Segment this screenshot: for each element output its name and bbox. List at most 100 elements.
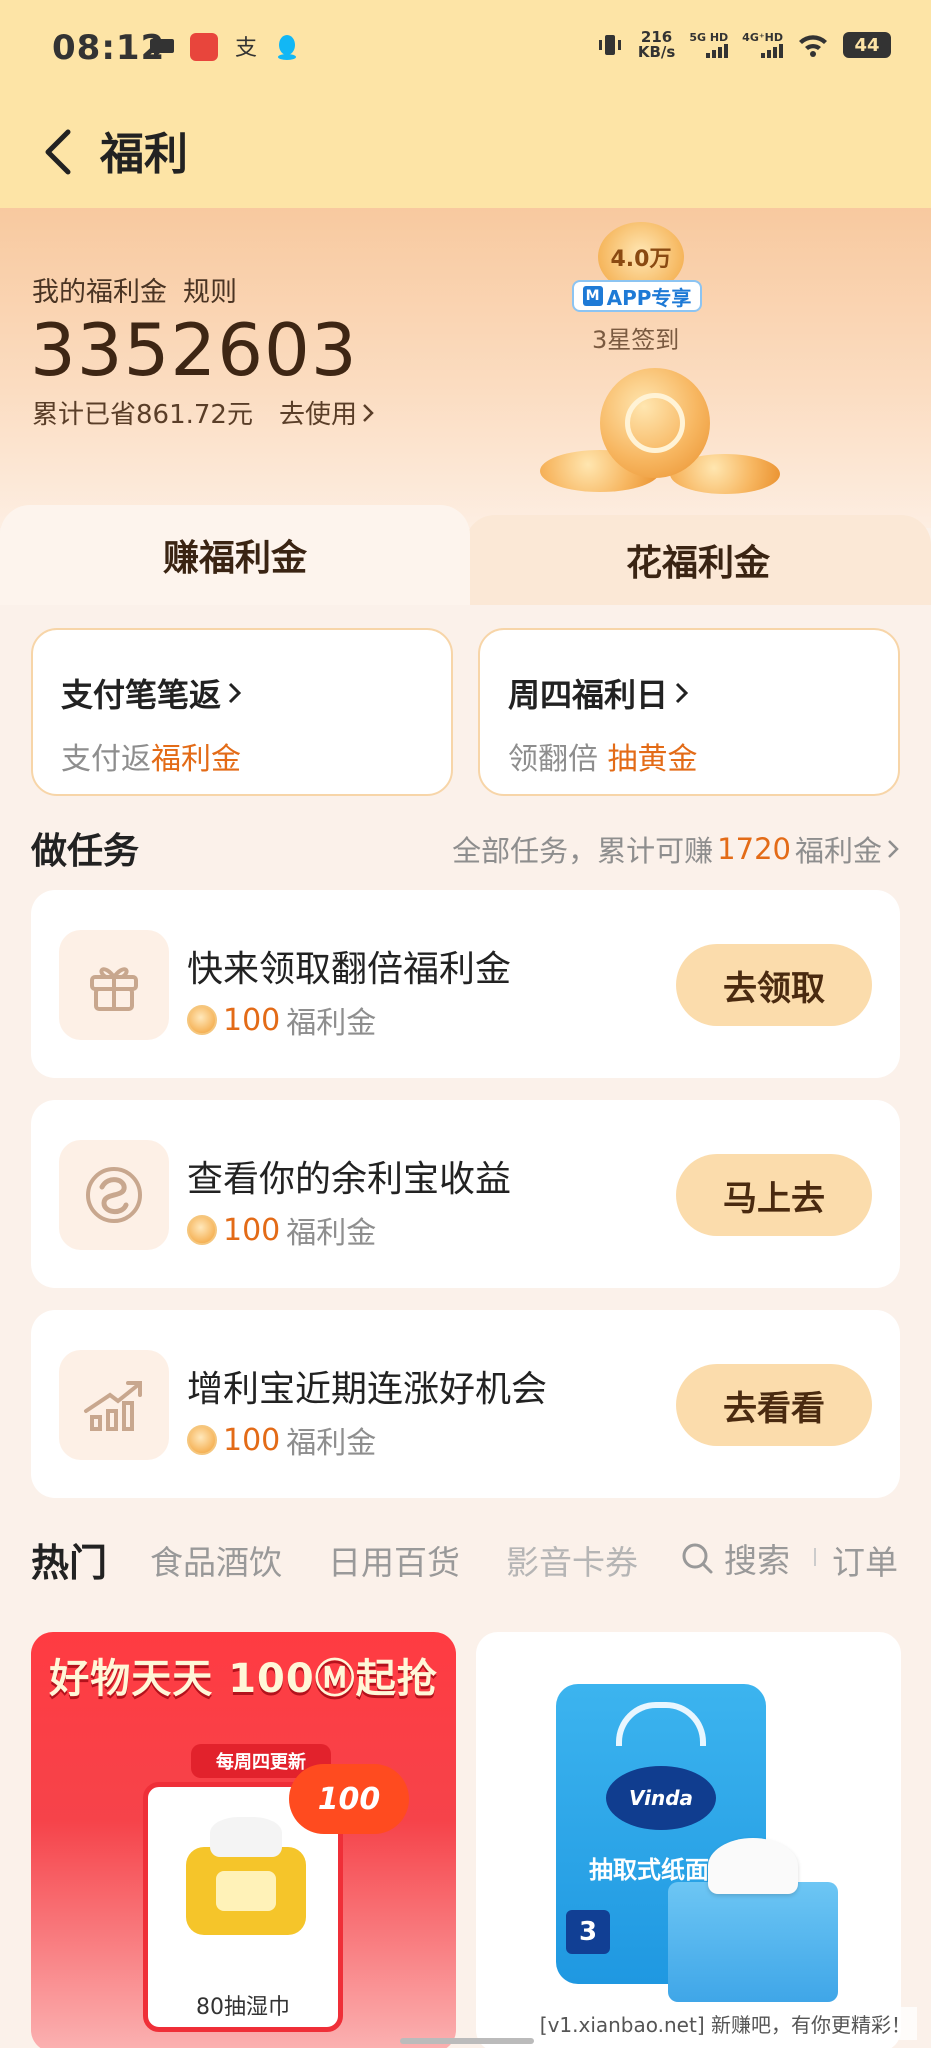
go-now-button[interactable]: 马上去 <box>676 1154 872 1236</box>
task-reward: 100 福利金 <box>187 1418 376 1462</box>
saved-row: 累计已省861.72元 去使用 <box>32 394 375 431</box>
promo-title-text: 周四福利日 <box>508 676 669 714</box>
balance-value: 3352603 <box>30 308 358 392</box>
promo-sub-plain: 支付返 <box>61 742 151 777</box>
pack-count: 3 <box>566 1910 610 1954</box>
home-indicator <box>400 2038 534 2044</box>
chevron-right-icon <box>228 682 242 704</box>
orders-link[interactable]: 订单 <box>832 1536 898 1584</box>
chevron-right-icon <box>363 403 374 422</box>
balance-label: 我的福利金 <box>32 277 167 308</box>
yulibao-icon <box>59 1140 169 1250</box>
app-exclusive-tag: M APP专享 <box>572 280 702 312</box>
promo-thursday-day[interactable]: 周四福利日 领翻倍 抽黄金 <box>478 628 900 796</box>
app-notification-icon <box>190 33 218 61</box>
wifi-icon <box>799 35 827 57</box>
product-card-promo[interactable]: 好物天天 100Ⓜ起抢 80抽湿巾 每周四更新 100 <box>31 1632 456 2048</box>
signal-bars-icon <box>706 44 729 58</box>
reward-amount: 100 <box>223 1422 281 1458</box>
notification-icons: 支 <box>148 33 300 61</box>
trend-up-icon <box>59 1350 169 1460</box>
chevron-right-icon <box>888 840 899 858</box>
promo-title-text: 支付笔笔返 <box>61 676 222 714</box>
tissue-box-image <box>668 1838 838 2002</box>
product-card-tissue[interactable]: Vinda 抽取式纸面巾 3 <box>476 1632 901 2048</box>
take-a-look-button[interactable]: 去看看 <box>676 1364 872 1446</box>
use-link[interactable]: 去使用 <box>279 394 375 431</box>
brand-logo: Vinda <box>606 1766 716 1830</box>
checkin-badge[interactable]: 4.0万 M APP专享 3星签到 <box>570 212 710 354</box>
chevron-left-icon <box>45 129 71 175</box>
qq-icon <box>278 35 296 60</box>
tasks-section-title: 做任务 <box>31 831 140 872</box>
signal-bars-icon <box>761 44 783 58</box>
sim2-label: 4G⁺HD <box>742 31 783 44</box>
all-tasks-link[interactable]: 全部任务，累计可赚 1720 福利金 <box>452 828 900 870</box>
task-reward: 100 福利金 <box>187 998 376 1042</box>
task-card: 增利宝近期连涨好机会 100 福利金 去看看 <box>31 1310 900 1498</box>
welfare-hero: 我的福利金 规则 3352603 累计已省861.72元 去使用 4.0万 M … <box>0 208 931 528</box>
divider <box>814 1548 816 1566</box>
promo-pay-rebate[interactable]: 支付笔笔返 支付返福利金 <box>31 628 453 796</box>
promo-sub-highlight: 福利金 <box>151 742 241 777</box>
battery-icon: 44 <box>843 32 891 58</box>
status-bar: 08:12 支 216 KB/s 5G HD 4G⁺HD 44 <box>0 0 931 100</box>
gift-icon <box>59 930 169 1040</box>
tab-spend[interactable]: 花福利金 <box>465 515 931 605</box>
pack-handle <box>616 1702 706 1746</box>
app-exclusive-label: APP专享 <box>606 285 692 310</box>
task-title: 快来领取翻倍福利金 <box>187 949 512 990</box>
watermark: [v1.xianbao.net] 新赚吧，有你更精彩！ <box>533 2007 917 2040</box>
m-logo-icon: M <box>582 286 603 306</box>
search-button[interactable]: 搜索 <box>680 1534 790 1582</box>
reward-unit: 福利金 <box>286 1426 377 1461</box>
tab-earn[interactable]: 赚福利金 <box>0 505 470 605</box>
promo-subtitle: 支付返福利金 <box>61 734 423 778</box>
promo-sub-highlight: 抽黄金 <box>607 742 698 777</box>
price-burst-badge: 100 <box>289 1764 409 1834</box>
category-tab-food[interactable]: 食品酒饮 <box>150 1536 282 1584</box>
vibrate-icon <box>598 35 621 55</box>
claim-button[interactable]: 去领取 <box>676 944 872 1026</box>
rules-link[interactable]: 规则 <box>183 270 237 309</box>
saved-amount: 累计已省861.72元 <box>32 400 253 430</box>
back-button[interactable] <box>32 122 82 182</box>
category-tab-hot[interactable]: 热门 <box>31 1532 107 1587</box>
all-tasks-prefix: 全部任务，累计可赚 <box>452 834 714 868</box>
task-reward: 100 福利金 <box>187 1208 376 1252</box>
page-title: 福利 <box>100 129 188 180</box>
coin-icon <box>600 368 710 478</box>
balance-label-row: 我的福利金 规则 <box>32 270 237 309</box>
category-bar: 热门 食品酒饮 日用百货 影音卡券 搜索 订单 <box>0 1510 931 1610</box>
promo-banner-text: 好物天天 100Ⓜ起抢 <box>49 1656 438 1702</box>
net-speed-unit: KB/s <box>637 43 676 61</box>
promo-title: 周四福利日 <box>508 670 870 716</box>
reward-amount: 100 <box>223 1002 281 1038</box>
promo-subtitle: 领翻倍 抽黄金 <box>508 734 870 778</box>
chevron-right-icon <box>675 682 689 704</box>
alipay-icon: 支 <box>235 36 257 61</box>
category-tab-media[interactable]: 影音卡券 <box>506 1536 638 1584</box>
task-title: 增利宝近期连涨好机会 <box>187 1369 548 1410</box>
welfare-coin-icon <box>187 1425 217 1455</box>
svg-text:支: 支 <box>235 36 257 61</box>
use-link-label: 去使用 <box>278 400 357 430</box>
checkin-caption: 3星签到 <box>592 326 680 354</box>
header: 福利 <box>0 100 931 208</box>
status-right: 216 KB/s 5G HD 4G⁺HD 44 <box>596 30 891 60</box>
gold-coins-illustration <box>530 358 790 508</box>
search-icon <box>682 1543 713 1574</box>
sim1-signal: 5G HD <box>689 31 729 58</box>
product-caption: 80抽湿巾 <box>196 1995 290 2020</box>
reward-unit: 福利金 <box>286 1216 377 1251</box>
message-icon <box>150 39 174 58</box>
welfare-coin-icon <box>187 1215 217 1245</box>
sim1-label: 5G HD <box>689 31 729 44</box>
wet-wipes-image <box>186 1817 306 1935</box>
promo-sub-plain: 领翻倍 <box>508 742 608 777</box>
category-tab-daily[interactable]: 日用百货 <box>328 1536 460 1584</box>
task-card: 查看你的余利宝收益 100 福利金 马上去 <box>31 1100 900 1288</box>
reward-unit: 福利金 <box>286 1006 377 1041</box>
welfare-coin-icon <box>187 1005 217 1035</box>
welfare-tabs: 花福利金 赚福利金 <box>0 505 931 605</box>
